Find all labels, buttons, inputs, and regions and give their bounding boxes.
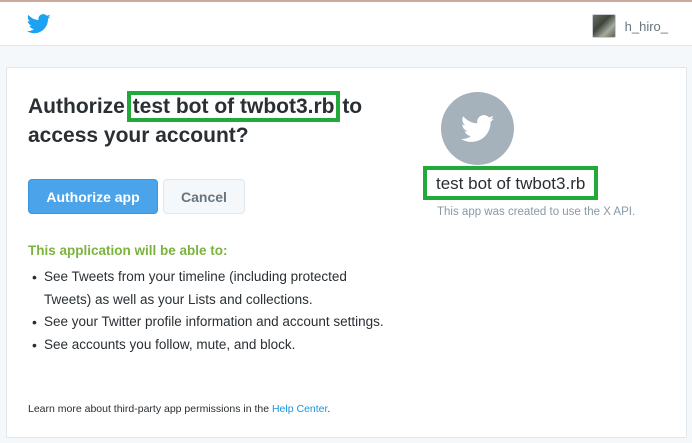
twitter-bird-icon	[460, 114, 494, 142]
list-item: See accounts you follow, mute, and block…	[28, 334, 388, 357]
avatar[interactable]	[591, 14, 616, 38]
username[interactable]: h_hiro_	[625, 19, 668, 34]
footer-prefix: Learn more about third-party app permiss…	[28, 403, 272, 415]
twitter-bird-icon[interactable]	[26, 14, 51, 34]
list-item: See your Twitter profile information and…	[28, 311, 388, 334]
list-item: See Tweets from your timeline (including…	[28, 266, 388, 311]
authorize-app-button[interactable]: Authorize app	[28, 179, 158, 214]
title-prefix: Authorize	[28, 95, 131, 118]
help-center-link[interactable]: Help Center	[272, 403, 327, 415]
oauth-card: Authorize test bot of twbot3.rb to acces…	[6, 67, 687, 438]
app-name-highlight: test bot of twbot3.rb	[126, 91, 341, 122]
top-bar: h_hiro_	[0, 0, 692, 46]
permissions-heading: This application will be able to:	[28, 243, 228, 258]
app-avatar	[441, 92, 514, 165]
cancel-button[interactable]: Cancel	[163, 179, 245, 214]
footer-note: Learn more about third-party app permiss…	[28, 403, 330, 415]
app-description: This app was created to use the X API.	[437, 206, 636, 218]
permissions-list: See Tweets from your timeline (including…	[28, 266, 388, 356]
page-title: Authorize test bot of twbot3.rb to acces…	[28, 91, 398, 150]
footer-suffix: .	[327, 403, 331, 415]
user-menu[interactable]: h_hiro_	[591, 14, 668, 38]
app-name: test bot of twbot3.rb	[423, 166, 599, 200]
